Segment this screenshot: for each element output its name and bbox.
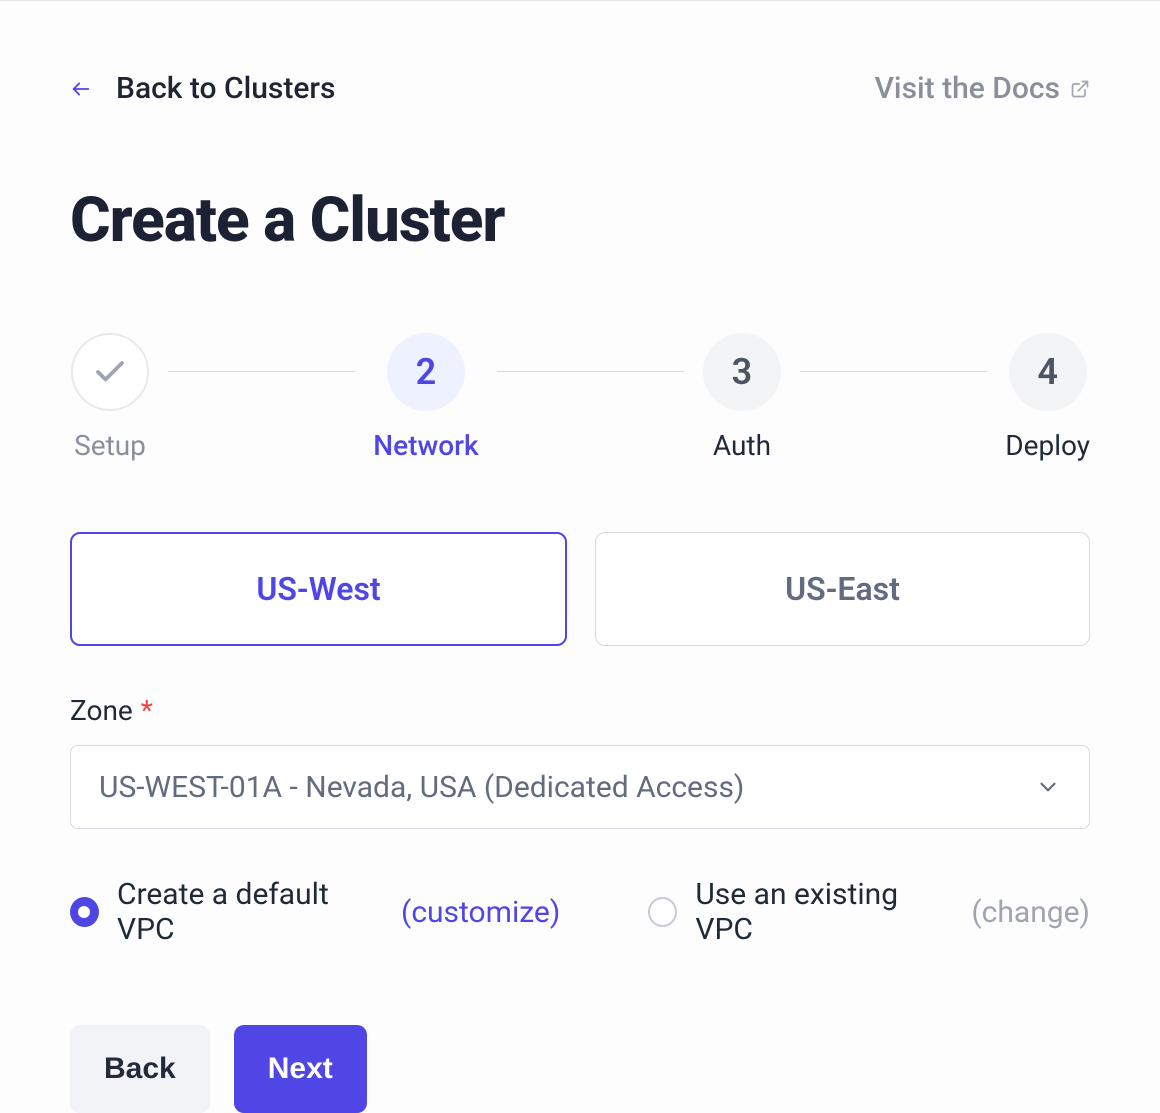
vpc-create-label: Create a default VPC [117,877,383,947]
region-selector: US-West US-East [70,532,1090,646]
external-link-icon [1070,79,1090,99]
form-actions: Back Next [70,1025,1090,1113]
arrow-left-icon [70,78,92,100]
zone-selected-value: US-WEST-01A - Nevada, USA (Dedicated Acc… [99,770,744,805]
zone-select[interactable]: US-WEST-01A - Nevada, USA (Dedicated Acc… [70,745,1090,829]
vpc-options: Create a default VPC (customize) Use an … [70,877,1090,947]
vpc-create-default[interactable]: Create a default VPC (customize) [70,877,560,947]
region-us-west[interactable]: US-West [70,532,567,646]
back-button[interactable]: Back [70,1025,210,1113]
chevron-down-icon [1035,774,1061,800]
region-label: US-West [256,570,380,608]
region-us-east[interactable]: US-East [595,532,1090,646]
step-network: 2 Network [373,333,478,462]
step-setup: Setup [70,333,150,462]
radio-checked-icon [70,897,99,927]
docs-link-label: Visit the Docs [875,71,1060,106]
step-circle-network: 2 [387,333,465,411]
back-to-clusters-link[interactable]: Back to Clusters [70,71,335,106]
step-label-setup: Setup [74,429,146,462]
step-label-auth: Auth [713,429,771,462]
step-circle-auth: 3 [703,333,781,411]
zone-field-label: Zone * [70,694,1090,727]
step-auth: 3 Auth [702,333,782,462]
back-link-label: Back to Clusters [116,71,335,106]
step-deploy: 4 Deploy [1005,333,1090,462]
progress-stepper: Setup 2 Network 3 Auth 4 Deploy [70,333,1090,462]
step-circle-deploy: 4 [1009,333,1087,411]
vpc-use-existing[interactable]: Use an existing VPC (change) [648,877,1090,947]
step-label-deploy: Deploy [1005,429,1090,462]
vpc-change-link[interactable]: (change) [971,895,1090,930]
next-button[interactable]: Next [234,1025,367,1113]
region-label: US-East [785,570,900,608]
radio-unchecked-icon [648,897,677,927]
step-divider [800,371,987,372]
page-title: Create a Cluster [70,184,1090,257]
step-label-network: Network [373,429,478,462]
visit-docs-link[interactable]: Visit the Docs [875,71,1090,106]
vpc-customize-link[interactable]: (customize) [401,895,560,930]
step-divider [497,371,684,372]
step-divider [168,371,355,372]
required-asterisk-icon: * [141,694,153,727]
vpc-use-label: Use an existing VPC [695,877,953,947]
top-nav: Back to Clusters Visit the Docs [70,71,1090,106]
zone-label-text: Zone [70,694,133,727]
check-icon [92,354,128,390]
step-circle-setup [71,333,149,411]
